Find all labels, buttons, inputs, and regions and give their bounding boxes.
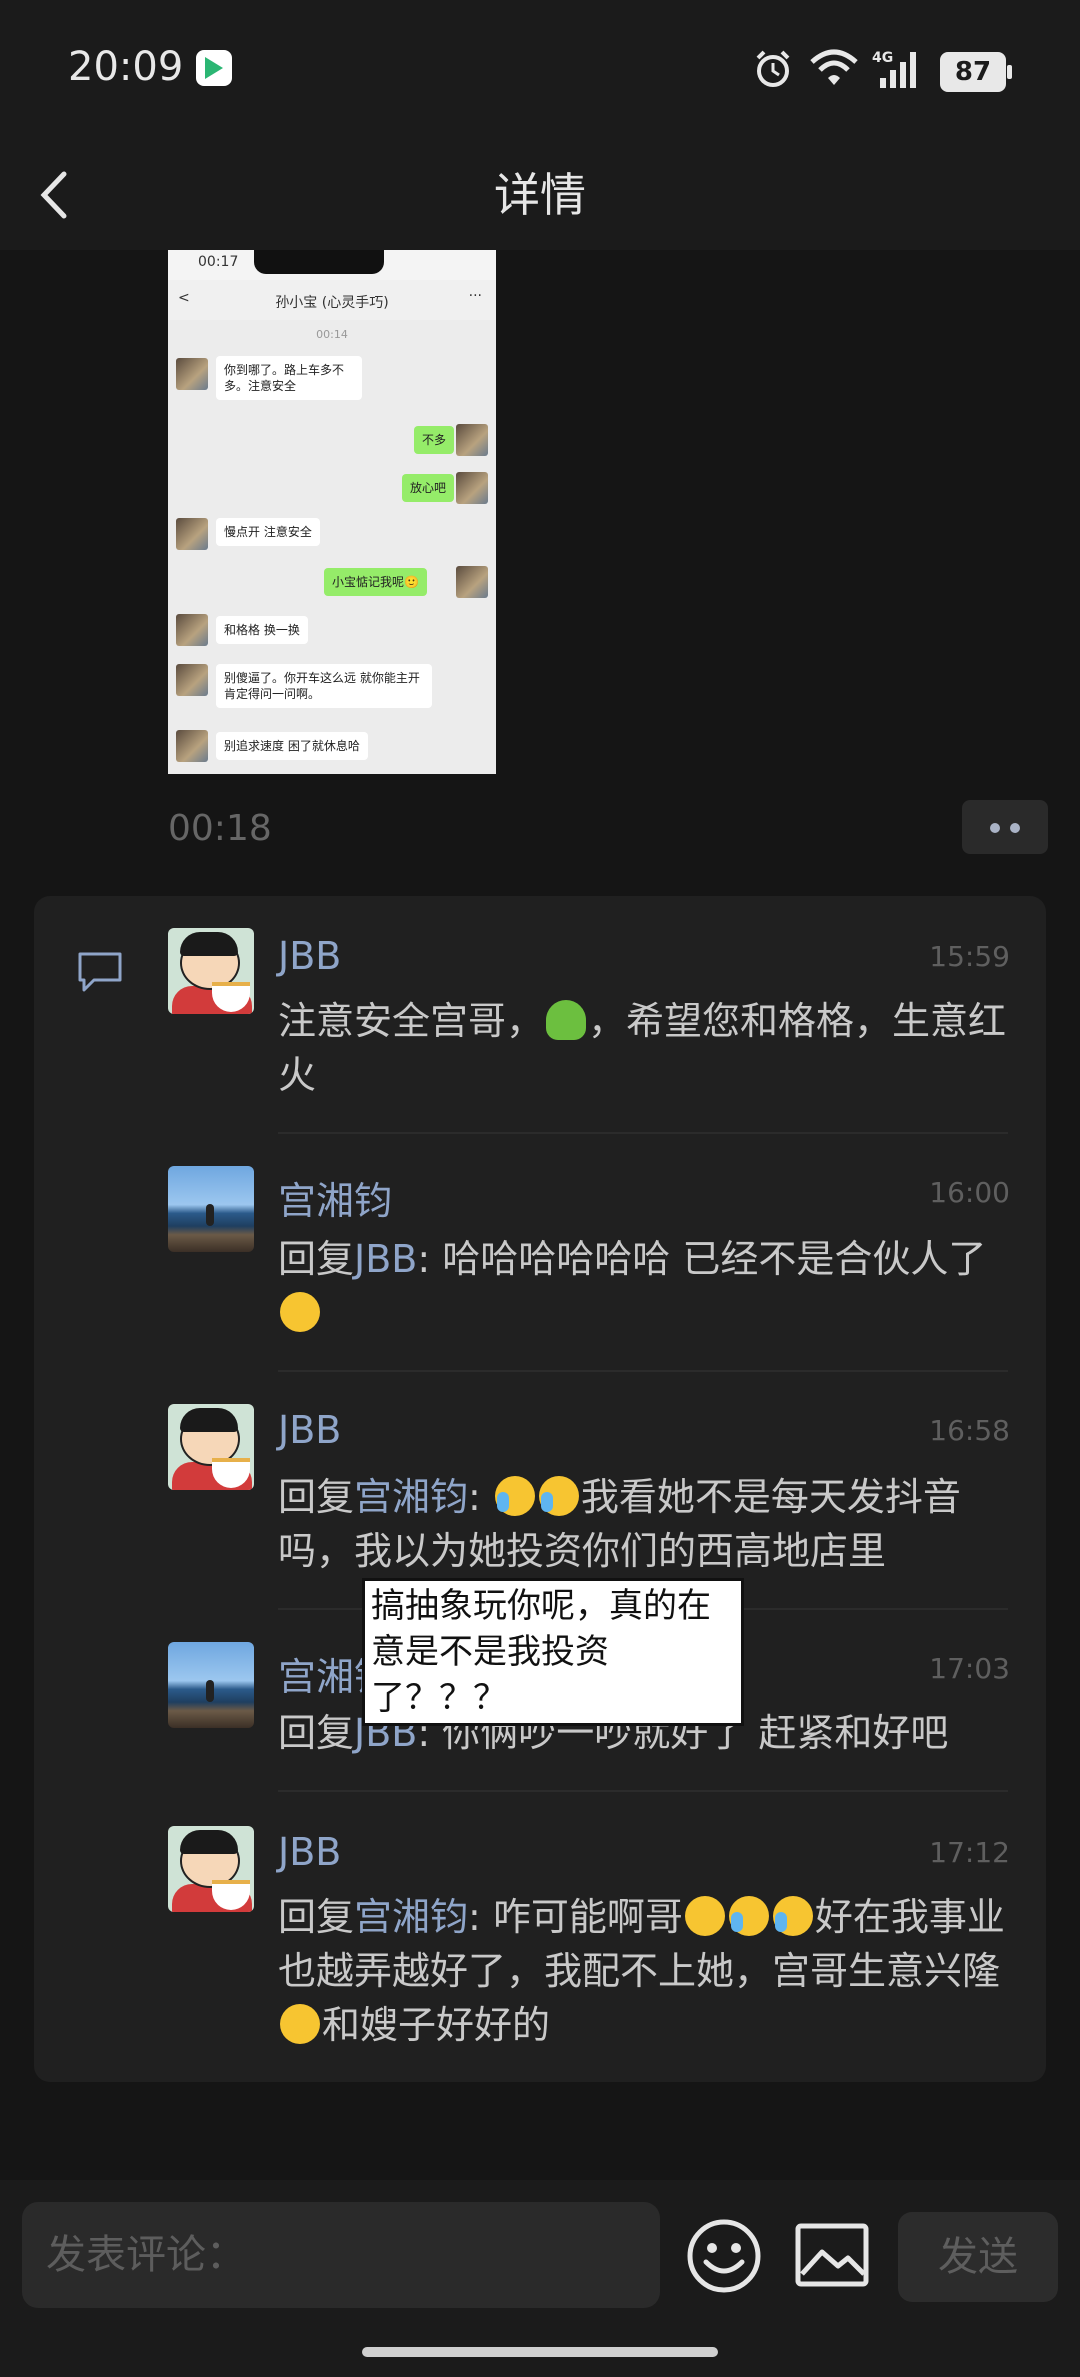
image-avatar xyxy=(456,566,488,598)
divider xyxy=(278,1790,1008,1792)
image-status-bar: 00:17 xyxy=(168,250,496,280)
comment-input[interactable]: 发表评论： xyxy=(22,2202,660,2308)
alarm-icon xyxy=(756,50,790,87)
post-timestamp: 00:18 xyxy=(168,808,272,849)
comment-text-part: 注意安全宫哥， xyxy=(278,999,545,1043)
comment-text[interactable]: 回复宫湘钧: 我看她不是每天发抖音吗，我以为她投资你们的西高地店里 xyxy=(278,1470,1018,1578)
comment-author[interactable]: JBB xyxy=(278,1830,341,1874)
app-notification-icon xyxy=(196,50,232,86)
image-message: 不多 xyxy=(414,426,455,454)
image-message: 别追求速度 困了就休息哈 xyxy=(216,732,368,760)
reply-prefix: 回复 xyxy=(278,1237,355,1281)
status-time: 20:09 xyxy=(68,44,184,90)
comment-time: 17:12 xyxy=(929,1836,1010,1869)
comment-time: 16:58 xyxy=(929,1414,1010,1447)
reply-target[interactable]: 宫湘钧 xyxy=(354,1475,468,1519)
comment-text-part: 和嫂子好好的 xyxy=(322,2003,551,2047)
image-message: 放心吧 xyxy=(402,474,455,502)
image-chat-header: < 孙小宝 (心灵手巧) ··· xyxy=(168,280,496,320)
image-avatar xyxy=(176,358,208,390)
image-avatar xyxy=(176,518,208,550)
signal-icon: 4G xyxy=(872,50,916,88)
avatar[interactable] xyxy=(168,1166,254,1252)
reply-prefix: 回复 xyxy=(278,1711,355,1755)
image-status-time: 00:17 xyxy=(198,254,239,270)
image-message: 小宝惦记我呢🙂 xyxy=(324,568,427,596)
comment-author[interactable]: JBB xyxy=(278,1408,341,1452)
image-chat-title: 孙小宝 (心灵手巧) xyxy=(275,295,389,311)
image-dynamic-island xyxy=(254,250,384,274)
nav-bar: 详情 xyxy=(0,140,1080,250)
shocked-emoji-icon xyxy=(280,1292,320,1332)
reply-target[interactable]: JBB xyxy=(354,1237,417,1281)
divider xyxy=(278,1370,1008,1372)
grin-emoji-icon xyxy=(280,2004,320,2044)
image-message: 你到哪了。路上车多不多。注意安全 xyxy=(216,356,362,400)
image-more-icon: ··· xyxy=(468,288,482,304)
comment-text[interactable]: 回复宫湘钧: 咋可能啊哥 好在我事业也越弄越好了，我配不上她，宫哥生意兴隆和嫂子好… xyxy=(278,1890,1018,2052)
image-timestamp: 00:14 xyxy=(316,328,348,341)
image-avatar xyxy=(176,664,208,696)
svg-text:4G: 4G xyxy=(872,50,893,66)
emoji-icon[interactable] xyxy=(686,2218,762,2294)
person-emoji-icon xyxy=(546,1000,587,1040)
avatar[interactable] xyxy=(168,1826,254,1912)
post-image[interactable]: 00:17 < 孙小宝 (心灵手巧) ··· 00:14 你到哪了。路上车多不多… xyxy=(168,250,496,774)
comment-author[interactable]: JBB xyxy=(278,934,341,978)
divider xyxy=(278,1132,1008,1134)
overlay-caption: 搞抽象玩你呢，真的在意是不是我投资了？？？ xyxy=(362,1578,744,1726)
avatar[interactable] xyxy=(168,1642,254,1728)
image-message: 别傻逼了。你开车这么远 就你能主开肯定得问一问啊。 xyxy=(216,664,432,708)
send-button[interactable]: 发送 xyxy=(898,2212,1058,2302)
comment-text[interactable]: 注意安全宫哥， ，希望您和格格，生意红火 xyxy=(278,994,1018,1102)
crying-laugh-emoji-icon xyxy=(494,1476,535,1516)
comment-time: 15:59 xyxy=(929,940,1010,973)
crying-laugh-emoji-icon xyxy=(728,1896,769,1936)
image-avatar xyxy=(456,424,488,456)
home-indicator[interactable] xyxy=(362,2347,718,2357)
reply-target[interactable]: 宫湘钧 xyxy=(354,1895,468,1939)
smile-emoji-icon xyxy=(684,1896,725,1936)
avatar[interactable] xyxy=(168,1404,254,1490)
reply-prefix: 回复 xyxy=(278,1895,355,1939)
comment-text-part: : 哈哈哈哈哈哈 已经不是合伙人了 xyxy=(417,1237,987,1281)
comment-icon xyxy=(78,952,122,992)
image-icon[interactable] xyxy=(794,2222,870,2288)
battery-indicator: 87 xyxy=(940,52,1012,92)
image-avatar xyxy=(176,730,208,762)
more-options-button[interactable] xyxy=(962,800,1048,854)
status-bar: 20:09 4G 87 xyxy=(0,0,1080,140)
image-avatar xyxy=(176,614,208,646)
image-avatar xyxy=(456,472,488,504)
comment-text-part: : 咋可能啊哥 xyxy=(468,1895,683,1939)
crying-laugh-emoji-icon xyxy=(538,1476,579,1516)
comment-text[interactable]: 回复JBB: 哈哈哈哈哈哈 已经不是合伙人了 xyxy=(278,1232,1018,1340)
comment-author[interactable]: 宫湘钧 xyxy=(278,1170,392,1225)
image-message: 和格格 换一换 xyxy=(216,616,308,644)
page-title: 详情 xyxy=(494,168,586,222)
avatar[interactable] xyxy=(168,928,254,1014)
reply-prefix: 回复 xyxy=(278,1475,355,1519)
comment-time: 16:00 xyxy=(929,1176,1010,1209)
image-message: 慢点开 注意安全 xyxy=(216,518,320,546)
crying-laugh-emoji-icon xyxy=(772,1896,813,1936)
comment-time: 17:03 xyxy=(929,1652,1010,1685)
wifi-icon xyxy=(810,49,858,85)
